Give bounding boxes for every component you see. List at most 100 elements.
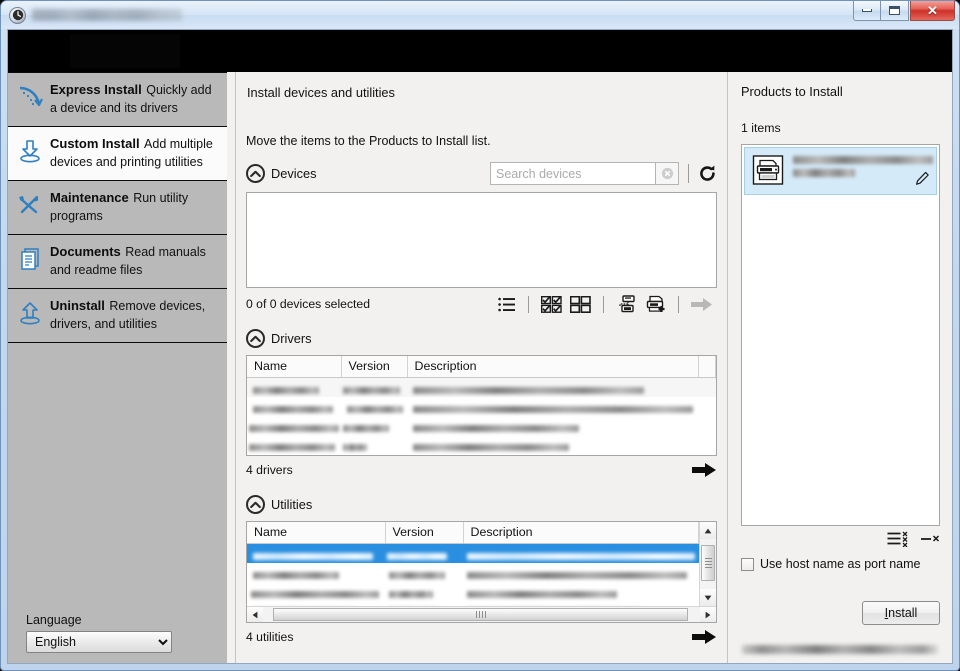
toolbar-separator xyxy=(528,295,529,313)
drivers-footer: 4 drivers xyxy=(246,459,717,481)
drivers-table: Name Version Description xyxy=(247,356,716,454)
sidebar-item-maintenance[interactable]: Maintenance Run utility programs xyxy=(8,181,227,235)
scrollbar-thumb[interactable] xyxy=(701,545,715,581)
list-view-icon[interactable] xyxy=(494,297,520,312)
hscrollbar-track[interactable] xyxy=(263,607,700,622)
clear-all-products-icon[interactable] xyxy=(887,531,909,547)
utilities-section-label: Utilities xyxy=(271,497,313,512)
search-clear-icon[interactable] xyxy=(656,162,679,185)
custom-install-icon xyxy=(16,135,50,171)
utilities-collapse-chevron-up-icon[interactable] xyxy=(246,495,265,514)
refresh-icon[interactable] xyxy=(698,164,717,183)
maximize-button[interactable] xyxy=(881,1,909,21)
table-row[interactable] xyxy=(247,435,716,454)
utilities-vertical-scrollbar[interactable] xyxy=(699,522,716,606)
driver-version-redacted xyxy=(343,424,389,432)
language-label: Language xyxy=(26,613,82,627)
drivers-table-body xyxy=(247,377,716,454)
utility-name-redacted xyxy=(253,571,339,579)
scrollbar-track[interactable] xyxy=(700,539,716,589)
network-device-icon[interactable] xyxy=(612,295,641,313)
table-row[interactable] xyxy=(247,601,699,607)
devices-list[interactable] xyxy=(246,192,717,288)
move-utilities-arrow-icon[interactable] xyxy=(692,629,717,645)
drivers-collapse-chevron-up-icon[interactable] xyxy=(246,329,265,348)
utilities-list[interactable]: Name Version Description xyxy=(246,521,717,623)
product-text xyxy=(789,153,933,194)
scroll-down-arrow-icon[interactable] xyxy=(700,589,716,606)
table-row[interactable] xyxy=(247,582,699,601)
footer-text-redacted xyxy=(742,645,938,654)
column-header-version[interactable]: Version xyxy=(341,356,408,378)
body-area: Express Install Quickly add a device and… xyxy=(8,72,952,663)
move-drivers-arrow-icon[interactable] xyxy=(692,462,717,478)
move-devices-arrow-icon[interactable] xyxy=(687,297,717,312)
driver-name-redacted xyxy=(253,405,333,413)
products-count: 1 items xyxy=(741,121,781,135)
host-name-port-row[interactable]: Use host name as port name xyxy=(741,557,940,571)
install-button-label: nstall xyxy=(888,606,918,620)
sidebar: Express Install Quickly add a device and… xyxy=(8,72,227,663)
sidebar-item-express-install[interactable]: Express Install Quickly add a device and… xyxy=(8,73,227,127)
driver-name-redacted xyxy=(253,386,319,394)
utility-version-redacted xyxy=(389,571,445,579)
edit-product-pencil-icon[interactable] xyxy=(915,171,930,191)
search-input[interactable] xyxy=(490,162,656,185)
brand-logo xyxy=(70,34,180,68)
close-button[interactable]: ✕ xyxy=(910,1,955,21)
column-header-version[interactable]: Version xyxy=(385,522,464,544)
hscrollbar-thumb[interactable] xyxy=(273,608,688,621)
column-header-name[interactable]: Name xyxy=(247,522,386,544)
sidebar-item-text: Documents Read manuals and readme files xyxy=(50,243,219,279)
column-header-name[interactable]: Name xyxy=(247,356,342,378)
close-icon: ✕ xyxy=(927,3,938,18)
scroll-up-arrow-icon[interactable] xyxy=(700,522,716,539)
sidebar-item-custom-install[interactable]: Custom Install Add multiple devices and … xyxy=(8,127,227,181)
sidebar-item-title: Maintenance xyxy=(50,190,129,205)
devices-collapse-chevron-up-icon[interactable] xyxy=(246,164,265,183)
table-header-row: Name Version Description xyxy=(247,522,699,544)
scroll-left-arrow-icon[interactable] xyxy=(247,607,263,622)
table-row[interactable] xyxy=(247,377,716,397)
driver-version-redacted xyxy=(343,443,367,451)
table-header-row: Name Version Description xyxy=(247,356,716,378)
mfp-printer-icon xyxy=(751,153,789,194)
devices-tool-icons xyxy=(494,295,717,313)
sidebar-item-title: Custom Install xyxy=(50,136,140,151)
sidebar-item-text: Maintenance Run utility programs xyxy=(50,189,219,225)
add-printer-icon[interactable] xyxy=(641,295,670,313)
select-all-icon[interactable] xyxy=(537,295,566,313)
language-select[interactable]: English xyxy=(26,631,172,653)
sidebar-item-uninstall[interactable]: Uninstall Remove devices, drivers, and u… xyxy=(8,289,227,343)
driver-version-redacted xyxy=(347,405,403,413)
products-panel: Products to Install 1 items Use host nam… xyxy=(729,72,952,663)
documents-icon xyxy=(16,243,50,279)
utilities-horizontal-scrollbar[interactable] xyxy=(247,606,716,622)
instruction-text: Move the items to the Products to Instal… xyxy=(246,134,491,148)
table-row[interactable] xyxy=(247,416,716,435)
minimize-button[interactable] xyxy=(853,1,881,21)
table-row[interactable] xyxy=(247,397,716,416)
sidebar-item-documents[interactable]: Documents Read manuals and readme files xyxy=(8,235,227,289)
table-row[interactable] xyxy=(247,563,699,582)
devices-toolbar: 0 of 0 devices selected xyxy=(246,293,717,315)
column-header-description[interactable]: Description xyxy=(463,522,699,544)
use-host-name-checkbox[interactable] xyxy=(741,557,754,571)
app-clock-icon xyxy=(9,6,26,24)
table-row[interactable] xyxy=(247,543,699,563)
deselect-all-icon[interactable] xyxy=(566,295,595,313)
driver-description-redacted xyxy=(413,424,579,432)
install-button[interactable]: Install xyxy=(862,601,940,625)
express-install-icon xyxy=(16,81,50,117)
product-card[interactable] xyxy=(744,147,937,195)
column-header-description[interactable]: Description xyxy=(407,356,699,378)
product-sub-redacted xyxy=(793,169,855,177)
drivers-list[interactable]: Name Version Description xyxy=(246,355,717,456)
main-panel: Install devices and utilities Move the i… xyxy=(235,72,728,663)
utilities-table: Name Version Description xyxy=(247,522,699,606)
scroll-right-arrow-icon[interactable] xyxy=(700,607,716,622)
toolbar-separator xyxy=(603,295,604,313)
sidebar-item-title: Express Install xyxy=(50,82,142,97)
remove-product-icon[interactable] xyxy=(920,532,940,546)
products-list[interactable] xyxy=(741,144,940,526)
